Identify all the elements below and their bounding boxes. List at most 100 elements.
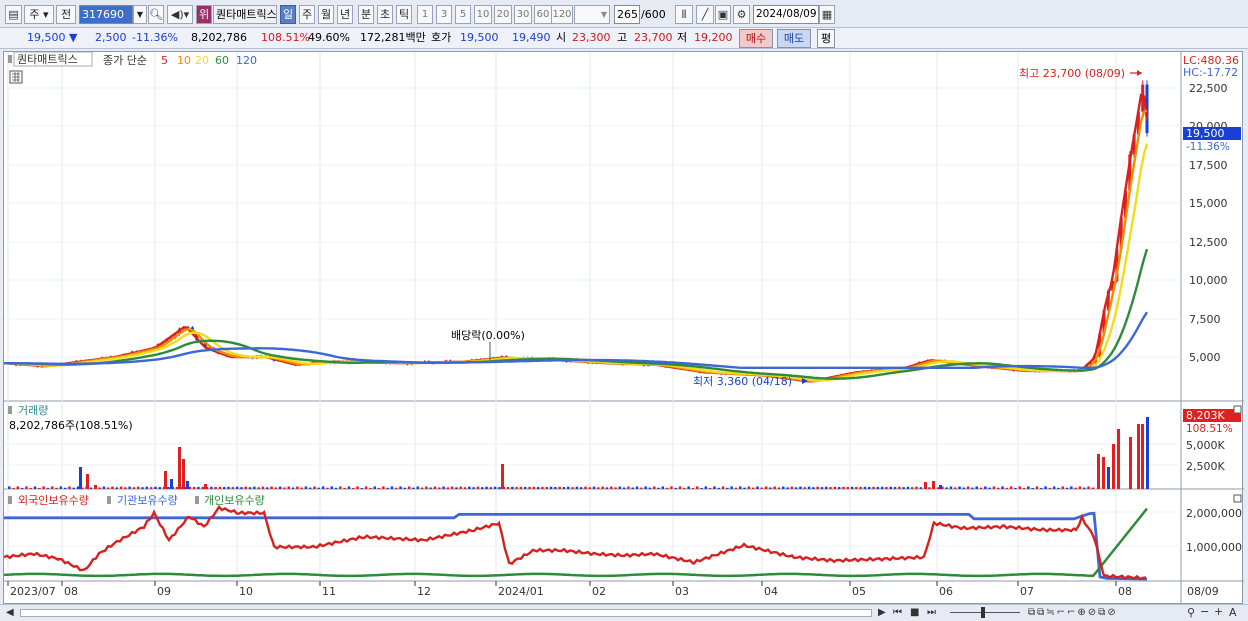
candle-type-icon[interactable]: ⫴ <box>675 5 693 24</box>
zoom-out-icon[interactable]: ⚲ <box>1187 604 1195 621</box>
period-minute-button[interactable]: 분 <box>358 5 374 24</box>
text-tool-icon[interactable]: A <box>1229 604 1237 621</box>
volume-bar <box>954 487 957 489</box>
interval-60-button[interactable]: 60 <box>534 5 552 24</box>
market-select[interactable]: 주 ▾ <box>24 5 54 24</box>
volume-bar <box>984 486 987 489</box>
stop-icon[interactable]: ■ <box>910 604 919 621</box>
volume-bar <box>889 486 892 489</box>
search-icon[interactable]: 🔍︎ <box>148 5 164 24</box>
draw-line-icon[interactable]: ╱ <box>696 5 714 24</box>
volume-bar <box>812 487 815 489</box>
scroll-right-icon[interactable]: ▶ <box>878 604 886 621</box>
volume-bar <box>12 487 15 489</box>
period-week-button[interactable]: 주 <box>299 5 315 24</box>
volume-bar <box>842 486 845 489</box>
volume-bar <box>696 486 699 489</box>
eval-button[interactable]: 평 <box>817 29 835 48</box>
bid-price: 19,490 <box>512 31 551 44</box>
volume-bar <box>605 487 609 489</box>
settings-icon[interactable]: ⚙ <box>733 5 750 24</box>
prev-button[interactable]: 전 <box>56 5 76 24</box>
volume-bar <box>8 486 11 489</box>
volume-bar <box>528 486 531 489</box>
interval-3-button[interactable]: 3 <box>436 5 452 24</box>
date-input[interactable]: 2024/08/09 <box>753 5 819 24</box>
volume-close-icon[interactable] <box>1233 405 1242 414</box>
interval-5-button[interactable]: 5 <box>455 5 471 24</box>
volume-bar <box>575 486 579 489</box>
zoom-slider[interactable] <box>950 612 1020 613</box>
interval-10-button[interactable]: 10 <box>474 5 492 24</box>
ma-line <box>4 143 1149 382</box>
code-dropdown-icon[interactable]: ▼ <box>133 5 147 24</box>
volume-bar <box>1001 486 1004 489</box>
calendar-icon[interactable]: ▦ <box>819 5 835 24</box>
volume-bar <box>42 486 45 489</box>
volume-bar <box>72 487 75 489</box>
interval-120-button[interactable]: 120 <box>551 5 573 24</box>
volume-bar <box>820 487 824 489</box>
volume-bar <box>1061 486 1064 489</box>
chart-area[interactable]: 퀀타매트릭스 종가 단순 5 10 20 60 120 LC:480.36 HC… <box>3 51 1244 605</box>
interval-1-button[interactable]: 1 <box>417 5 433 24</box>
volume-bar <box>106 487 110 489</box>
stock-code-input[interactable]: 317690 <box>79 5 133 24</box>
interval-20-button[interactable]: 20 <box>494 5 512 24</box>
volume-bar <box>501 464 504 489</box>
count-input[interactable]: 265 <box>614 5 640 24</box>
volume-bar <box>16 486 20 489</box>
plus-icon[interactable]: + <box>1214 603 1223 620</box>
volume-bar <box>1117 429 1120 489</box>
period-year-button[interactable]: 년 <box>337 5 353 24</box>
volume-bar <box>782 486 785 489</box>
volume-bar <box>182 459 185 489</box>
volume-bar <box>442 486 445 489</box>
zoom-slider-handle[interactable] <box>981 607 985 618</box>
layout-icon[interactable]: ▤ <box>5 5 22 24</box>
sell-button[interactable]: 매도 <box>777 29 811 48</box>
volume-bar <box>833 486 837 489</box>
volume-bar <box>296 486 299 489</box>
high-price: 23,700 <box>634 31 673 44</box>
high-arrow-head <box>1137 70 1142 76</box>
legend-sep-2 <box>195 496 199 504</box>
scrollbar-track[interactable] <box>20 609 872 617</box>
warning-badge: 위 <box>196 5 212 24</box>
volume-bar <box>455 487 458 489</box>
x-axis-label: 06 <box>939 585 953 598</box>
holdings-close-icon[interactable] <box>1233 494 1242 503</box>
volume-bar <box>270 486 273 489</box>
volume-bar <box>313 486 316 489</box>
sound-icon[interactable]: ◀)▾ <box>167 5 193 24</box>
volume-bar <box>1078 486 1082 489</box>
last-page-icon[interactable]: ⏭ <box>927 604 936 621</box>
volume-tick-5000k: 5,000K <box>1186 439 1225 452</box>
volume-bar <box>438 487 441 489</box>
volume-bar <box>880 486 884 489</box>
price-y-tick: 17,500 <box>1189 159 1228 172</box>
interval-30-button[interactable]: 30 <box>514 5 532 24</box>
volume-bar <box>347 486 351 489</box>
save-icon[interactable]: ▣ <box>715 5 731 24</box>
period-day-button[interactable]: 일 <box>280 5 296 24</box>
volume-bar <box>321 486 325 489</box>
buy-button[interactable]: 매수 <box>739 29 773 48</box>
first-page-icon[interactable]: ⏮ <box>893 604 902 621</box>
scroll-left-icon[interactable]: ◀ <box>6 604 14 621</box>
volume-bar <box>1018 486 1021 489</box>
period-month-button[interactable]: 월 <box>318 5 334 24</box>
price-y-tick: 15,000 <box>1189 197 1228 210</box>
period-second-button[interactable]: 초 <box>377 5 393 24</box>
volume-bar <box>850 486 854 489</box>
volume-bar <box>463 487 467 489</box>
volume-bar <box>111 486 114 489</box>
interval-dropdown[interactable]: ▼ <box>574 5 610 24</box>
volume-bar <box>164 471 167 489</box>
chart-tools-icons[interactable]: ⧉⧉≒⌐⌐⊕⊘⧉⊘ <box>1028 604 1118 621</box>
period-tick-button[interactable]: 틱 <box>396 5 412 24</box>
volume-bar <box>300 487 303 489</box>
minus-icon[interactable]: − <box>1200 603 1209 620</box>
volume-bar <box>124 487 127 489</box>
chart-svg[interactable]: 퀀타매트릭스 종가 단순 5 10 20 60 120 LC:480.36 HC… <box>3 51 1244 605</box>
